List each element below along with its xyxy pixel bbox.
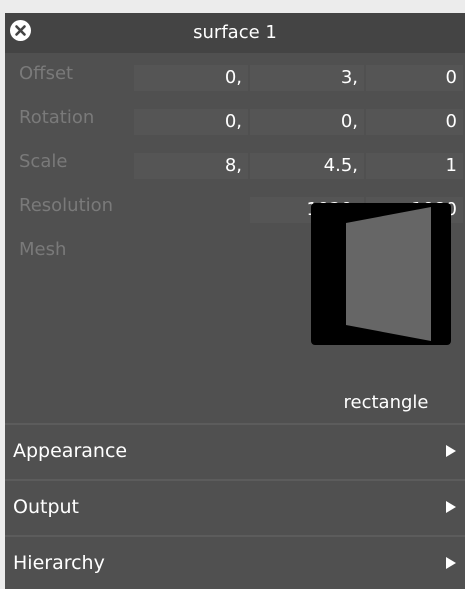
close-button[interactable] (9, 19, 32, 42)
appearance-section-header[interactable]: Appearance (5, 423, 465, 477)
mesh-preview-thumbnail[interactable] (311, 203, 451, 345)
scale-row: Scale 8, 4.5, 1 (5, 141, 465, 183)
offset-x-field[interactable]: 0, (134, 65, 248, 91)
rotation-z-field[interactable]: 0 (366, 109, 463, 135)
close-icon (10, 20, 31, 41)
hierarchy-section-label: Hierarchy (13, 552, 105, 574)
scale-z-field[interactable]: 1 (366, 153, 463, 179)
offset-label: Offset (19, 63, 74, 84)
resolution-label: Resolution (19, 195, 114, 216)
offset-z-field[interactable]: 0 (366, 65, 463, 91)
rotation-label: Rotation (19, 107, 95, 128)
scale-y-field[interactable]: 4.5, (250, 153, 364, 179)
offset-row: Offset 0, 3, 0 (5, 53, 465, 95)
scale-label: Scale (19, 151, 68, 172)
mesh-shape-icon (311, 203, 451, 345)
rotation-row: Rotation 0, 0, 0 (5, 97, 465, 139)
panel-title: surface 1 (193, 22, 277, 43)
rotation-x-field[interactable]: 0, (134, 109, 248, 135)
title-bar: surface 1 (5, 13, 465, 53)
chevron-right-icon (446, 557, 456, 569)
mesh-label: Mesh (19, 239, 67, 260)
offset-y-field[interactable]: 3, (250, 65, 364, 91)
chevron-right-icon (446, 445, 456, 457)
rotation-y-field[interactable]: 0, (250, 109, 364, 135)
chevron-right-icon (446, 501, 456, 513)
output-section-label: Output (13, 496, 79, 518)
surface-inspector-panel: surface 1 Offset 0, 3, 0 Rotation 0, 0, … (5, 13, 465, 589)
mesh-name-label: rectangle (343, 392, 429, 413)
scale-x-field[interactable]: 8, (134, 153, 248, 179)
output-section-header[interactable]: Output (5, 479, 465, 533)
appearance-section-label: Appearance (13, 440, 128, 462)
hierarchy-section-header[interactable]: Hierarchy (5, 535, 465, 589)
